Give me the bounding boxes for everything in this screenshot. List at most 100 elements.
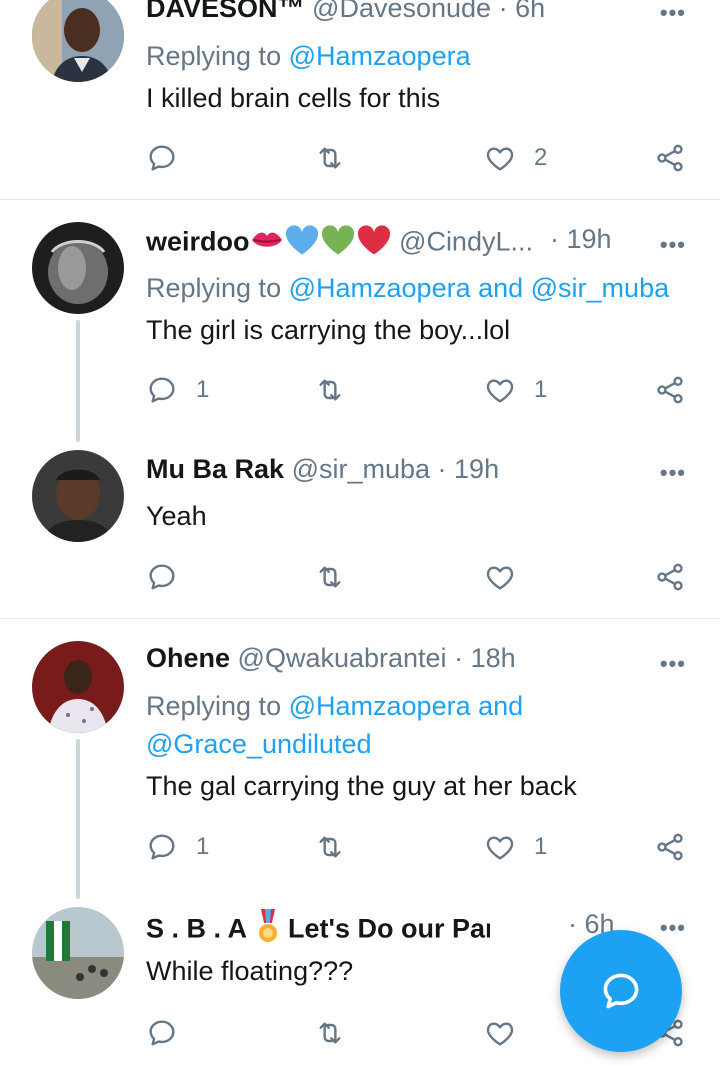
- tweet-actions: 2: [146, 138, 696, 178]
- retweet-button[interactable]: [314, 138, 346, 178]
- reply-icon: [146, 831, 178, 863]
- more-icon[interactable]: •••: [660, 0, 686, 26]
- reply-button[interactable]: 1: [146, 827, 209, 867]
- share-button[interactable]: [654, 138, 686, 178]
- avatar[interactable]: [32, 641, 124, 733]
- retweet-button[interactable]: [314, 557, 346, 597]
- mention-link[interactable]: @Hamzaopera and: [289, 691, 524, 721]
- heart-icon: [484, 142, 516, 174]
- tweet-actions: [146, 557, 696, 597]
- like-button[interactable]: 2: [484, 138, 547, 178]
- thread-line: [76, 320, 80, 442]
- compose-reply-icon: [603, 973, 639, 1009]
- replying-to: Replying to @Hamzaopera and: [146, 687, 523, 725]
- avatar[interactable]: [32, 0, 124, 82]
- heart-icon: [484, 1017, 516, 1049]
- replying-prefix: Replying to: [146, 691, 282, 721]
- thread-line: [76, 739, 80, 899]
- timestamp[interactable]: · 19h: [438, 454, 500, 484]
- share-icon: [654, 374, 686, 406]
- heart-icon: [484, 561, 516, 593]
- tweet-item[interactable]: weirdoo @CindyL... · 19h ••• Replying to…: [0, 200, 720, 446]
- reply-button[interactable]: [146, 557, 178, 597]
- user-handle[interactable]: @CindyL...: [399, 227, 533, 257]
- kiss-emoji-icon: [250, 227, 284, 260]
- retweet-icon: [314, 1017, 346, 1049]
- tweet-actions: 1 1: [146, 370, 696, 410]
- like-button[interactable]: [484, 557, 516, 597]
- mention-link[interactable]: @Grace_undiluted: [146, 729, 372, 759]
- user-handle[interactable]: @Qwakuabrantei: [238, 643, 447, 673]
- like-count: 2: [534, 144, 548, 171]
- timestamp[interactable]: · 18h: [454, 643, 516, 673]
- avatar[interactable]: [32, 222, 124, 314]
- tweet-header: DAVESON™ @Davesonude · 6h: [146, 0, 650, 24]
- replying-prefix: Replying to: [146, 41, 282, 71]
- tweet-header: Mu Ba Rak @sir_muba · 19h: [146, 454, 650, 485]
- mention-link[interactable]: @Hamzaopera: [289, 41, 471, 71]
- display-name-suffix[interactable]: Let's Do our Part: [288, 914, 490, 944]
- compose-reply-button[interactable]: [560, 930, 682, 1052]
- tweet-item[interactable]: DAVESON™ @Davesonude · 6h ••• Replying t…: [0, 0, 720, 200]
- like-count: 1: [534, 833, 548, 860]
- heart-icon: [484, 831, 516, 863]
- display-name[interactable]: Mu Ba Rak: [146, 454, 284, 484]
- tweet-text: Yeah: [146, 501, 207, 531]
- reply-button[interactable]: [146, 1013, 178, 1053]
- share-button[interactable]: [654, 557, 686, 597]
- replying-prefix: Replying to: [146, 273, 282, 303]
- retweet-icon: [314, 142, 346, 174]
- reply-icon: [146, 142, 178, 174]
- retweet-button[interactable]: [314, 1013, 346, 1053]
- reply-button[interactable]: 1: [146, 370, 209, 410]
- more-icon[interactable]: •••: [660, 915, 686, 941]
- replying-to: Replying to @Hamzaopera: [146, 37, 471, 75]
- tweet-text: The gal carrying the guy at her back: [146, 771, 577, 801]
- like-count: 1: [534, 376, 548, 403]
- avatar[interactable]: [32, 450, 124, 542]
- more-icon[interactable]: •••: [660, 460, 686, 486]
- green-heart-icon: [320, 224, 356, 263]
- reply-button[interactable]: [146, 138, 178, 178]
- display-name[interactable]: Ohene: [146, 643, 230, 673]
- retweet-icon: [314, 374, 346, 406]
- retweet-icon: [314, 831, 346, 863]
- replying-to: Replying to @Hamzaopera and @sir_muba: [146, 269, 669, 307]
- more-icon[interactable]: •••: [660, 651, 686, 677]
- timestamp[interactable]: · 19h: [550, 224, 612, 255]
- share-button[interactable]: [654, 827, 686, 867]
- timestamp[interactable]: · 6h: [499, 0, 546, 23]
- tweet-header: S . B . A Let's Do our Part @...: [146, 909, 490, 952]
- replying-to-continued: @Grace_undiluted: [146, 725, 372, 763]
- retweet-button[interactable]: [314, 370, 346, 410]
- tweet-text: While floating???: [146, 956, 354, 986]
- more-icon[interactable]: •••: [660, 232, 686, 258]
- tweet-header: Ohene @Qwakuabrantei · 18h: [146, 643, 650, 674]
- user-handle[interactable]: @sir_muba: [292, 454, 430, 484]
- like-button[interactable]: 1: [484, 827, 547, 867]
- tweet-text: I killed brain cells for this: [146, 83, 441, 113]
- reply-icon: [146, 561, 178, 593]
- blue-heart-icon: [284, 224, 320, 263]
- like-button[interactable]: 1: [484, 370, 547, 410]
- share-button[interactable]: [654, 370, 686, 410]
- mention-link[interactable]: @Hamzaopera and @sir_muba: [289, 273, 670, 303]
- share-icon: [654, 142, 686, 174]
- tweet-header: weirdoo @CindyL...: [146, 224, 560, 263]
- red-heart-icon: [356, 224, 392, 263]
- tweet-actions: 1 1: [146, 827, 696, 867]
- tweet-item[interactable]: Mu Ba Rak @sir_muba · 19h ••• Yeah: [0, 446, 720, 618]
- user-handle[interactable]: @Davesonude: [312, 0, 491, 23]
- display-name[interactable]: weirdoo: [146, 227, 250, 257]
- tweet-text: The girl is carrying the boy...lol: [146, 315, 511, 345]
- like-button[interactable]: [484, 1013, 516, 1053]
- display-name[interactable]: S . B . A: [146, 914, 247, 944]
- heart-icon: [484, 374, 516, 406]
- retweet-button[interactable]: [314, 827, 346, 867]
- reply-icon: [146, 1017, 178, 1049]
- display-name[interactable]: DAVESON™: [146, 0, 305, 23]
- tweet-item[interactable]: Ohene @Qwakuabrantei · 18h ••• Replying …: [0, 619, 720, 901]
- avatar[interactable]: [32, 907, 124, 999]
- reply-icon: [146, 374, 178, 406]
- reply-count: 1: [196, 833, 210, 860]
